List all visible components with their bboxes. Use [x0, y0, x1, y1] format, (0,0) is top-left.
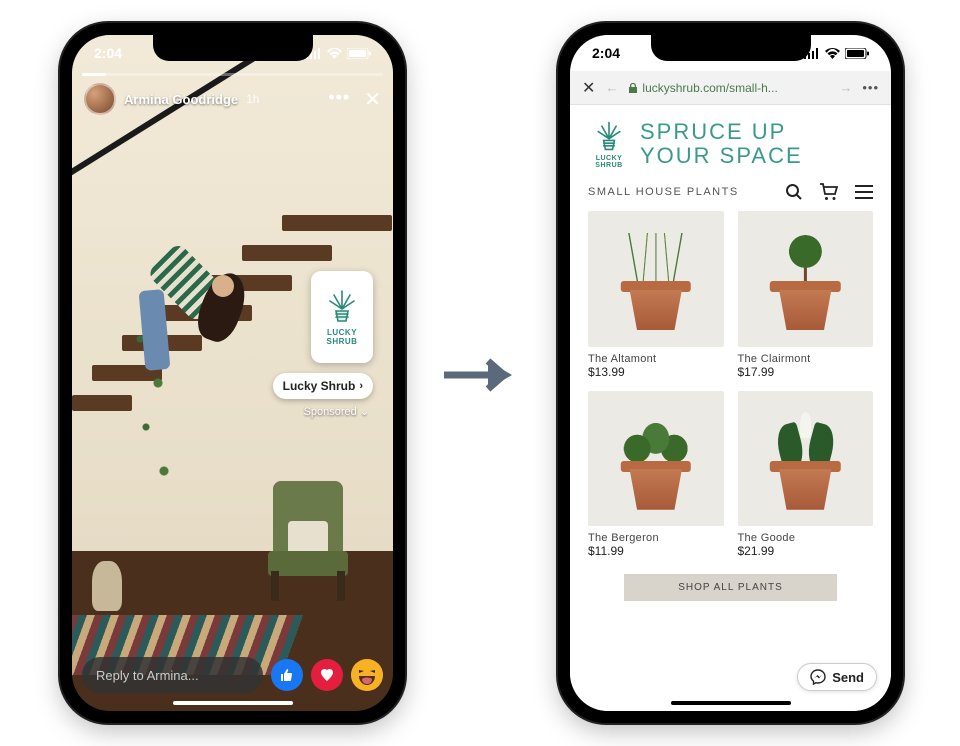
status-time: 2:04 — [592, 45, 620, 61]
phone-story: 2:04 — [60, 23, 405, 723]
phone-notch — [651, 35, 811, 61]
avatar[interactable] — [84, 83, 116, 115]
hero: LUCKY SHRUB SPRUCE UP YOUR SPACE — [588, 119, 873, 169]
back-icon[interactable]: ← — [605, 80, 618, 95]
product-name: The Goode — [738, 532, 874, 544]
forward-icon[interactable]: → — [839, 80, 852, 95]
story-footer: Reply to Armina... — [82, 657, 383, 693]
landing-page: LUCKY SHRUB SPRUCE UP YOUR SPACE SMALL H… — [570, 105, 891, 711]
sponsored-label[interactable]: Sponsored ⌄ — [304, 405, 369, 418]
story-header: Armina Goodridge 1h ••• ✕ — [84, 83, 381, 115]
reply-placeholder: Reply to Armina... — [96, 668, 199, 683]
status-icons — [306, 48, 371, 59]
product-image — [588, 211, 724, 347]
home-indicator[interactable] — [173, 701, 293, 705]
site-logo-text: LUCKY SHRUB — [588, 155, 630, 169]
reply-input[interactable]: Reply to Armina... — [82, 657, 263, 693]
wifi-icon — [327, 48, 342, 59]
product-price: $13.99 — [588, 365, 724, 379]
heart-icon — [319, 667, 335, 683]
haha-reaction[interactable] — [351, 659, 383, 691]
chevron-down-icon: ⌄ — [360, 405, 369, 418]
laugh-icon — [351, 659, 383, 691]
love-reaction[interactable] — [311, 659, 343, 691]
product-name: The Altamont — [588, 353, 724, 365]
product-price: $17.99 — [738, 365, 874, 379]
wifi-icon — [825, 48, 840, 59]
product-card[interactable]: The Altamont $13.99 — [588, 211, 724, 379]
product-card[interactable]: The Bergeron $11.99 — [588, 391, 724, 559]
more-icon[interactable]: ••• — [328, 87, 350, 112]
plant-logo-icon — [326, 287, 358, 325]
hero-title: SPRUCE UP YOUR SPACE — [640, 120, 803, 168]
thumbs-up-icon — [279, 667, 295, 683]
story-progress-bar[interactable] — [82, 73, 383, 76]
product-name: The Clairmont — [738, 353, 874, 365]
close-icon[interactable]: ✕ — [364, 87, 381, 112]
site-logo[interactable]: LUCKY SHRUB — [588, 119, 630, 169]
product-image — [738, 391, 874, 527]
battery-icon — [845, 48, 869, 59]
product-image — [738, 211, 874, 347]
product-grid: The Altamont $13.99 The Clairmont $17.99 — [588, 211, 873, 558]
arrow-right-icon — [440, 355, 520, 395]
product-card[interactable]: The Clairmont $17.99 — [738, 211, 874, 379]
brand-link-pill[interactable]: Lucky Shrub › — [273, 373, 373, 399]
browser-bar: ✕ ← luckyshrub.com/small-h... → ••• — [570, 71, 891, 105]
product-image — [588, 391, 724, 527]
messenger-icon — [810, 669, 826, 685]
phone-landing: 2:04 ✕ ← luckyshrub.com/small-h... → ••• — [558, 23, 903, 723]
story-screen: 2:04 — [72, 35, 393, 711]
status-icons — [804, 48, 869, 59]
product-name: The Bergeron — [588, 532, 724, 544]
search-icon[interactable] — [785, 183, 803, 201]
product-card[interactable]: The Goode $21.99 — [738, 391, 874, 559]
shop-all-button[interactable]: SHOP ALL PLANTS — [624, 574, 838, 601]
more-icon[interactable]: ••• — [862, 80, 879, 95]
url-display[interactable]: luckyshrub.com/small-h... — [628, 81, 829, 95]
phone-notch — [153, 35, 313, 61]
like-reaction[interactable] — [271, 659, 303, 691]
send-button[interactable]: Send — [797, 663, 877, 691]
story-age: 1h — [246, 92, 259, 106]
category-label: SMALL HOUSE PLANTS — [588, 186, 739, 198]
status-time: 2:04 — [94, 45, 122, 61]
brand-logo-text: LUCKY SHRUB — [311, 329, 373, 347]
battery-icon — [347, 48, 371, 59]
product-price: $21.99 — [738, 544, 874, 558]
product-price: $11.99 — [588, 544, 724, 558]
landing-screen: 2:04 ✕ ← luckyshrub.com/small-h... → ••• — [570, 35, 891, 711]
category-bar: SMALL HOUSE PLANTS — [588, 177, 873, 211]
brand-pill-label: Lucky Shrub — [283, 379, 356, 393]
send-label: Send — [832, 670, 864, 685]
cart-icon[interactable] — [819, 183, 839, 201]
menu-icon[interactable] — [855, 185, 873, 199]
brand-logo-card[interactable]: LUCKY SHRUB — [311, 271, 373, 363]
home-indicator[interactable] — [671, 701, 791, 705]
story-user-name[interactable]: Armina Goodridge — [124, 92, 238, 107]
close-icon[interactable]: ✕ — [582, 78, 595, 98]
plant-logo-icon — [594, 119, 624, 153]
lock-icon — [628, 82, 638, 94]
chevron-right-icon: › — [359, 380, 363, 392]
